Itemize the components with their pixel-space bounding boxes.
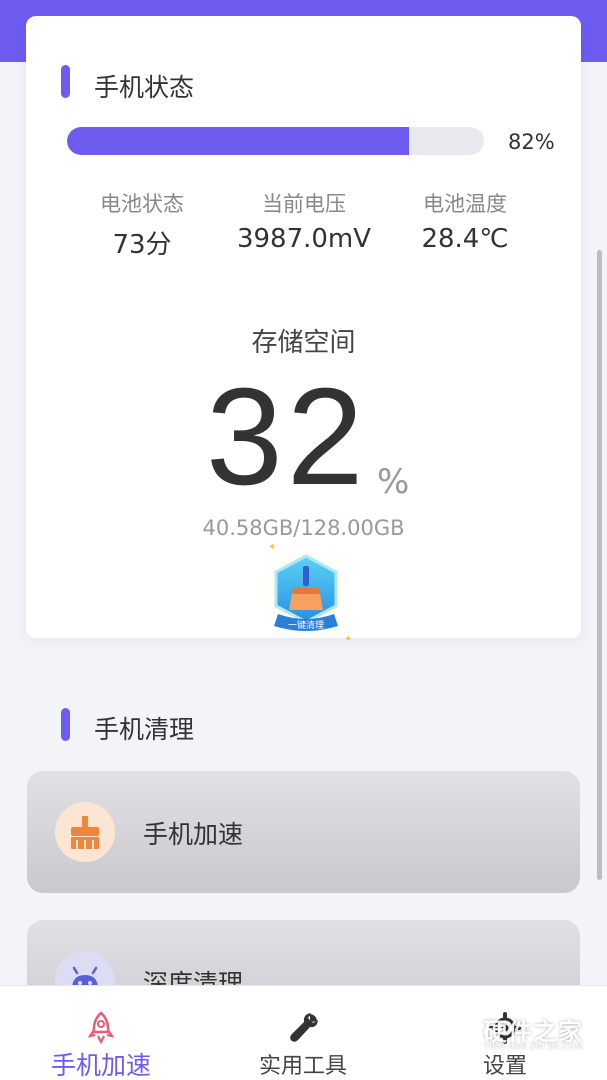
clean-item-label: 手机加速 [143, 820, 244, 849]
battery-progress-fill [67, 127, 409, 155]
phone-status-title: 手机状态 [94, 73, 195, 102]
phone-clean-title: 手机清理 [94, 715, 195, 744]
section-accent-bar [61, 65, 70, 98]
clean-item-phone-boost[interactable]: 手机加速 [27, 771, 580, 893]
cube-logo-icon [440, 1011, 476, 1052]
nav-tab-tools[interactable]: 实用工具 [202, 986, 404, 1080]
stat-temperature: 电池温度 28.4℃ [380, 188, 550, 254]
stat-value: 73分 [112, 230, 172, 260]
stat-label: 当前电压 [262, 192, 346, 216]
one-key-clean-label: 一键清理 [287, 621, 324, 631]
storage-percent: 32 [206, 360, 368, 514]
nav-label: 实用工具 [258, 1054, 347, 1079]
nav-tab-phone-boost[interactable]: 手机加速 [0, 986, 202, 1080]
stat-value: 28.4℃ [421, 224, 509, 254]
section-accent-bar [61, 708, 70, 741]
rocket-icon [87, 1011, 115, 1045]
phone-status-card: 手机状态 82% 电池状态 73分 当前电压 3987.0mV 电池温度 28.… [26, 16, 581, 645]
broom-icon [71, 816, 99, 849]
app-screen: 手机状态 82% 电池状态 73分 当前电压 3987.0mV 电池温度 28.… [0, 0, 607, 1080]
storage-title: 存储空间 [251, 328, 356, 358]
svg-text:✦: ✦ [344, 634, 352, 640]
watermark-subtext: YING JIAN ZHI JIA.COM [484, 1042, 583, 1051]
svg-text:✦: ✦ [268, 544, 276, 553]
battery-progress-bar [67, 127, 484, 155]
stat-label: 电池温度 [423, 192, 507, 216]
scrollbar[interactable] [597, 250, 602, 880]
watermark: 硬件之家 YING JIAN ZHI JIA.COM [438, 1010, 598, 1058]
nav-label: 手机加速 [50, 1051, 151, 1080]
storage-percent-unit: % [377, 462, 410, 502]
stat-value: 3987.0mV [236, 224, 372, 254]
battery-progress-text: 82% [508, 130, 555, 154]
storage-detail: 40.58GB/128.00GB [202, 516, 405, 540]
stat-voltage: 当前电压 3987.0mV [219, 188, 389, 254]
stat-label: 电池状态 [100, 192, 184, 216]
stat-battery-status: 电池状态 73分 [57, 188, 227, 261]
broom-icon-badge [55, 802, 115, 862]
wrench-icon [290, 1013, 318, 1042]
one-key-clean-button[interactable]: ✦ ✦ 一键清理 [256, 542, 356, 645]
